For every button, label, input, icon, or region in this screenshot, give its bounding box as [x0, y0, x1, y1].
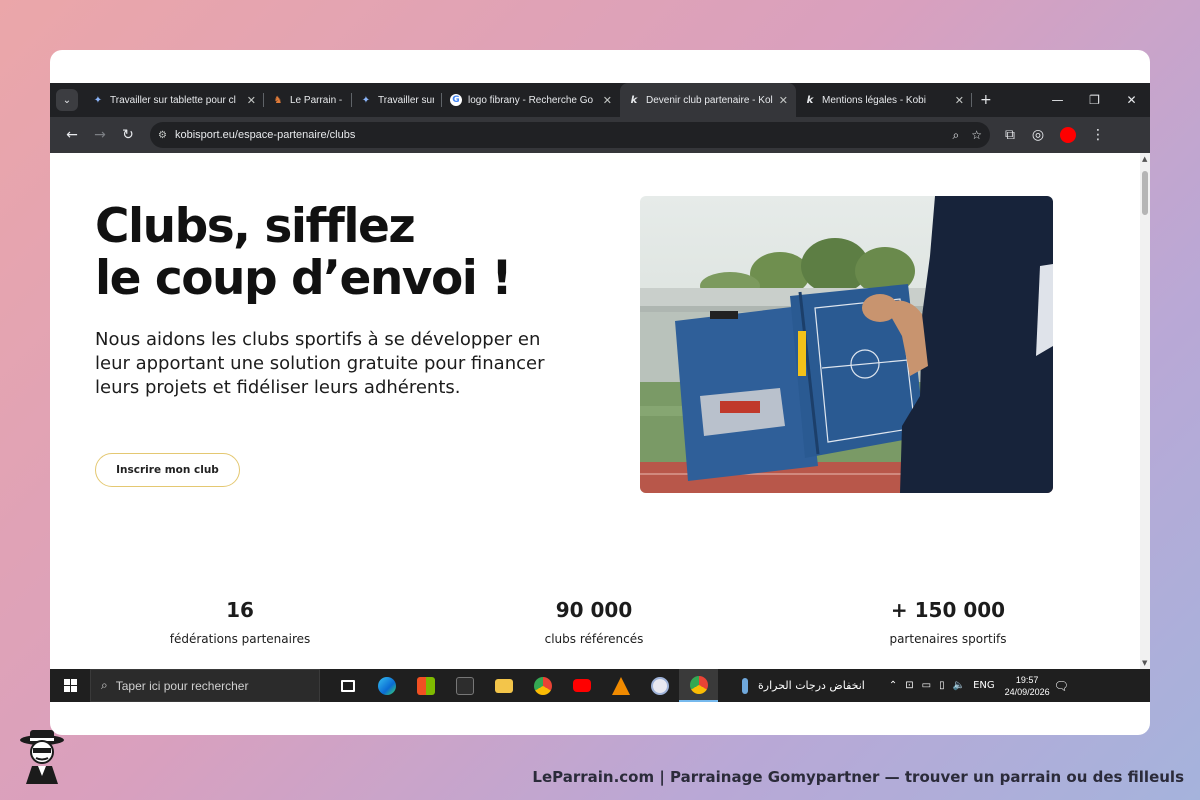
screenshot-card: ⌄ ✦ Travailler sur tablette pour cl ✕ ♞ …: [50, 50, 1150, 735]
address-bar[interactable]: ⚙ kobisport.eu/espace-partenaire/clubs ⌕…: [150, 122, 990, 148]
tab-search-button[interactable]: ⌄: [56, 89, 78, 111]
browser-toolbar: ← → ↻ ⚙ kobisport.eu/espace-partenaire/c…: [50, 117, 1150, 153]
stat-federations: 16 fédérations partenaires: [130, 598, 350, 646]
taskbar-search-placeholder: Taper ici pour rechercher: [115, 678, 249, 693]
chrome-active-icon[interactable]: [679, 669, 718, 702]
extensions-icon[interactable]: ⧉: [996, 121, 1024, 149]
stat-label: fédérations partenaires: [169, 632, 311, 646]
le-parrain-mascot-logo: [20, 730, 64, 784]
calculator-app-icon[interactable]: [445, 669, 484, 702]
stat-partners: + 150 000 partenaires sportifs: [838, 598, 1058, 646]
system-tray: ⌃ ⊡ ▭ ▯ 🔈 ENG 19:57 24/09/2026 🗨: [885, 674, 1073, 698]
tab-travailler-sur[interactable]: ✦ Travailler sur: [352, 83, 442, 117]
kobi-icon: k: [630, 94, 638, 106]
stat-label: partenaires sportifs: [889, 632, 1007, 646]
zoom-icon[interactable]: ⌕: [953, 128, 960, 143]
browser-tab-strip: ⌄ ✦ Travailler sur tablette pour cl ✕ ♞ …: [50, 83, 1150, 117]
volume-icon[interactable]: 🔈: [953, 680, 965, 691]
weather-widget[interactable]: انخفاض درجات الحرارة: [742, 677, 865, 694]
tab-travailler-tablette[interactable]: ✦ Travailler sur tablette pour cl ✕: [84, 83, 264, 117]
scroll-down-icon[interactable]: ▼: [1142, 659, 1147, 667]
reload-icon[interactable]: ↻: [114, 121, 142, 149]
stat-label: clubs référencés: [544, 632, 644, 646]
chevron-up-icon[interactable]: ⌃: [889, 680, 897, 691]
taskbar-search-box[interactable]: ⌕ Taper ici pour rechercher: [90, 669, 320, 702]
register-club-button[interactable]: Inscrire mon club: [95, 453, 240, 487]
notifications-icon[interactable]: 🗨: [1054, 679, 1069, 693]
youtube-icon[interactable]: [562, 669, 601, 702]
gemini-sparkle-icon: ✦: [93, 94, 103, 106]
kobi-icon: k: [806, 94, 814, 106]
forward-arrow-icon[interactable]: →: [86, 121, 114, 149]
stat-clubs: 90 000 clubs référencés: [484, 598, 704, 646]
tab-mentions-legales[interactable]: k Mentions légales - Kobi ✕: [796, 83, 972, 117]
footer-caption: LeParrain.com | Parrainage Gomypartner —…: [532, 768, 1184, 786]
vlc-icon[interactable]: [601, 669, 640, 702]
menu-kebab-icon[interactable]: ⋮: [1084, 121, 1112, 149]
google-icon: G: [450, 94, 462, 106]
window-controls: — ❐ ✕: [1039, 93, 1150, 107]
close-icon[interactable]: ✕: [955, 94, 964, 107]
stat-value: 90 000: [555, 598, 633, 622]
clock-time: 19:57: [1015, 674, 1039, 685]
tab-logo-fibrany[interactable]: G logo fibrany - Recherche Go ✕: [442, 83, 620, 117]
thermometer-icon: [742, 677, 748, 694]
url-text[interactable]: kobisport.eu/espace-partenaire/clubs: [175, 129, 941, 141]
scroll-up-icon[interactable]: ▲: [1142, 155, 1147, 163]
scrollbar-thumb[interactable]: [1142, 171, 1148, 215]
performance-icon[interactable]: ◎: [1024, 121, 1052, 149]
tab-le-parrain[interactable]: ♞ Le Parrain -: [264, 83, 352, 117]
minimize-icon[interactable]: —: [1039, 93, 1076, 107]
search-icon: ⌕: [101, 678, 108, 692]
hero-intro: Nous aidons les clubs sportifs à se déve…: [95, 329, 545, 398]
page-scrollbar[interactable]: ▲ ▼: [1140, 153, 1150, 669]
start-button[interactable]: [50, 679, 90, 692]
taskbar-apps: [328, 669, 718, 702]
profile-avatar[interactable]: [1060, 127, 1076, 143]
site-info-icon[interactable]: ⚙: [158, 130, 167, 141]
le-parrain-icon: ♞: [273, 94, 283, 106]
close-icon[interactable]: ✕: [603, 94, 612, 107]
gemini-sparkle-icon: ✦: [361, 94, 371, 106]
network-icon[interactable]: ▭: [922, 680, 931, 691]
file-explorer-icon[interactable]: [484, 669, 523, 702]
windows-taskbar: ⌕ Taper ici pour rechercher انخفاض درجات…: [50, 669, 1150, 702]
tab-devenir-club-partenaire[interactable]: k Devenir club partenaire - Kol ✕: [620, 83, 796, 117]
chrome-icon[interactable]: [523, 669, 562, 702]
edge-icon[interactable]: [367, 669, 406, 702]
chevron-down-icon: ⌄: [62, 94, 72, 106]
battery-icon[interactable]: ▯: [939, 680, 945, 691]
window-close-icon[interactable]: ✕: [1113, 93, 1150, 107]
close-icon[interactable]: ✕: [779, 94, 788, 107]
new-tab-button[interactable]: +: [980, 92, 992, 108]
meet-now-icon[interactable]: ⊡: [905, 680, 913, 691]
store-icon[interactable]: [406, 669, 445, 702]
stat-value: + 150 000: [890, 598, 1006, 622]
hero-image-coach-tactic-board: [640, 196, 1053, 493]
close-icon[interactable]: ✕: [247, 94, 256, 107]
clock[interactable]: 19:57 24/09/2026: [1005, 674, 1050, 698]
weather-text: انخفاض درجات الحرارة: [758, 679, 865, 692]
stat-value: 16: [226, 598, 254, 622]
bookmark-star-icon[interactable]: ☆: [971, 128, 982, 142]
restore-icon[interactable]: ❐: [1076, 93, 1113, 107]
hero-title: Clubs, sifflez le coup d’envoi !: [95, 199, 513, 306]
windows-logo-icon: [63, 679, 77, 692]
clock-date: 24/09/2026: [1004, 686, 1050, 697]
paint-icon[interactable]: [640, 669, 679, 702]
back-arrow-icon[interactable]: ←: [58, 121, 86, 149]
task-view-icon[interactable]: [328, 669, 367, 702]
language-indicator[interactable]: ENG: [973, 680, 995, 691]
web-page: Clubs, sifflez le coup d’envoi ! Nous ai…: [50, 153, 1140, 669]
